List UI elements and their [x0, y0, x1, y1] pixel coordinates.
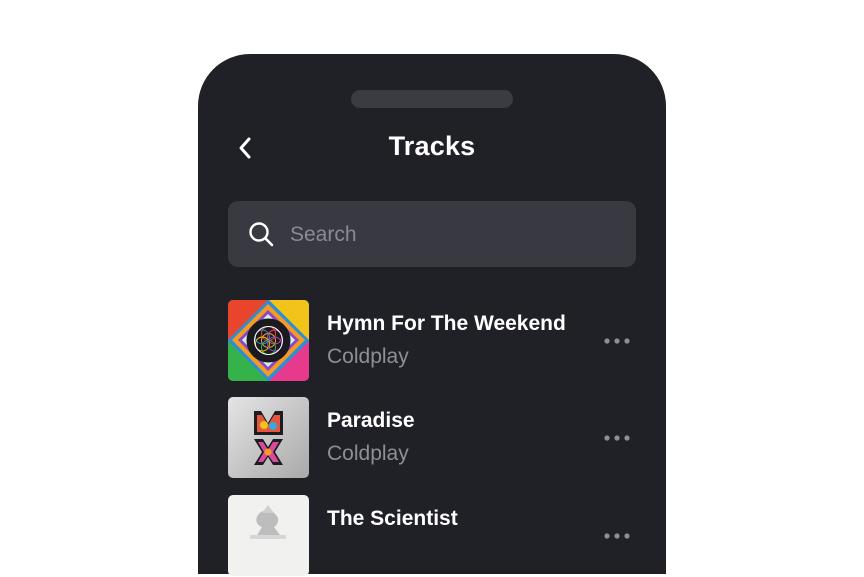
track-title: Hymn For The Weekend [327, 312, 566, 335]
track-title: Paradise [327, 409, 415, 432]
track-title: The Scientist [327, 507, 458, 530]
track-row[interactable]: Hymn For The Weekend Coldplay [228, 300, 636, 382]
more-horizontal-icon [604, 533, 630, 539]
phone-screen: Tracks Search Hymn For The Weekend Coldp… [198, 54, 666, 577]
page-title: Tracks [388, 131, 476, 161]
album-cover-mylo-xyloto [228, 397, 309, 478]
more-horizontal-icon [604, 435, 630, 441]
search-input[interactable] [288, 216, 612, 254]
search-bar[interactable] [228, 201, 636, 267]
album-cover-flower-of-life [228, 300, 309, 381]
search-icon [249, 222, 274, 247]
track-row[interactable]: The Scientist [228, 495, 636, 577]
more-button[interactable] [600, 427, 634, 449]
track-artist: Coldplay [327, 442, 409, 465]
album-cover-rush-of-blood [228, 495, 309, 576]
more-button[interactable] [600, 525, 634, 547]
phone-notch [351, 90, 513, 108]
track-artist: Coldplay [327, 345, 409, 368]
more-button[interactable] [600, 330, 634, 352]
track-row[interactable]: Paradise Coldplay [228, 397, 636, 479]
more-horizontal-icon [604, 338, 630, 344]
